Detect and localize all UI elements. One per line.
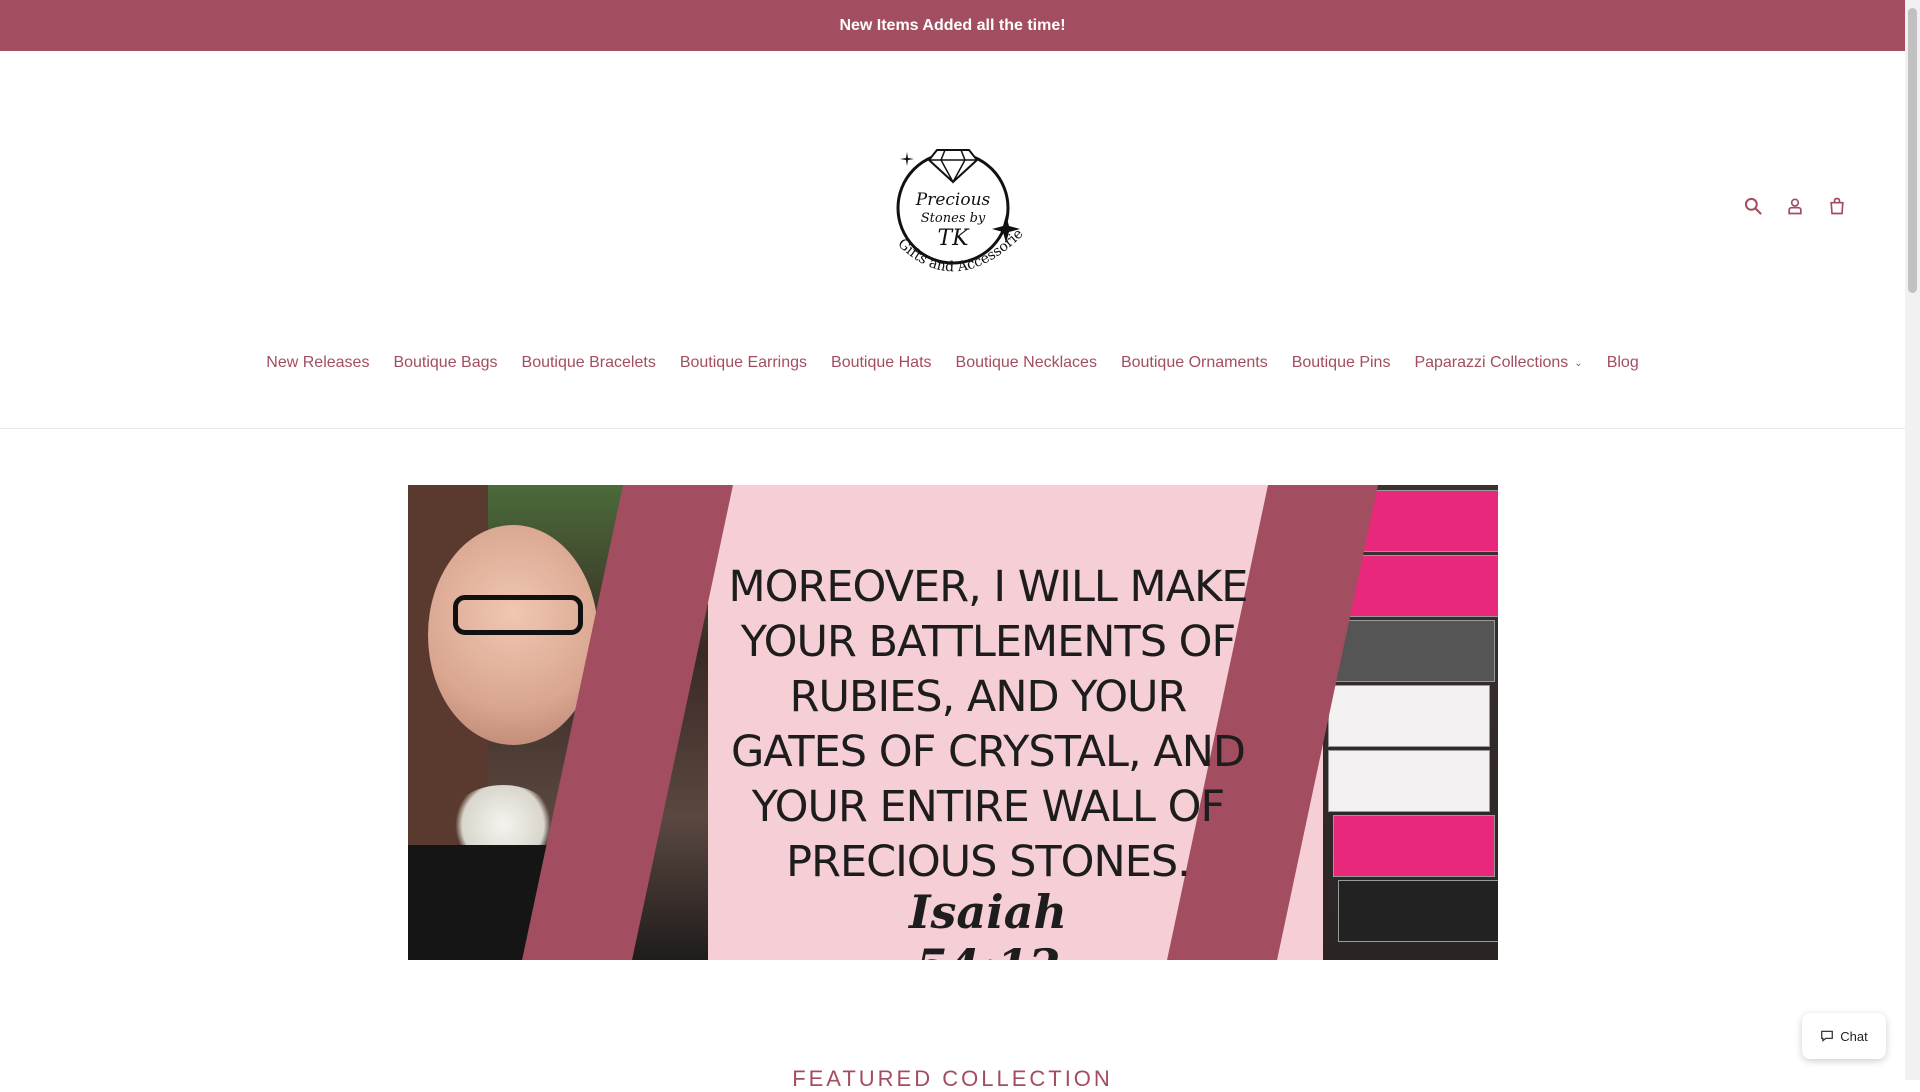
nav-label: Boutique Pins — [1291, 354, 1391, 371]
nav-label: New Releases — [266, 354, 370, 371]
logo-text-line2: Stones by — [921, 211, 986, 226]
nav-boutique-earrings[interactable]: Boutique Earrings — [680, 354, 807, 372]
featured-collection-heading: FEATURED COLLECTION — [792, 1066, 1113, 1091]
nav-boutique-bags[interactable]: Boutique Bags — [393, 354, 497, 372]
cart-icon[interactable] — [1816, 190, 1858, 222]
nav-label: Blog — [1606, 354, 1639, 371]
hero-photo-glasses — [453, 595, 583, 635]
box-white — [1328, 750, 1490, 812]
box-pink — [1333, 815, 1495, 877]
main-navigation: New Releases Boutique Bags Boutique Brac… — [0, 354, 1905, 372]
hero-photo-face — [428, 525, 598, 745]
nav-label: Boutique Earrings — [679, 354, 808, 371]
nav-boutique-pins[interactable]: Boutique Pins — [1292, 354, 1391, 372]
quote-line: YOUR ENTIRE WALL OF — [751, 782, 1226, 832]
chat-button[interactable]: Chat — [1802, 1013, 1886, 1059]
store-logo[interactable]: Precious Stones by TK Gifts and Accessor… — [869, 118, 1033, 290]
scrollbar-thumb[interactable] — [1908, 8, 1917, 293]
logo-text-line1: Precious — [915, 190, 991, 210]
nav-label: Boutique Bags — [393, 354, 498, 371]
announcement-bar: New Items Added all the time! — [0, 0, 1905, 51]
chat-icon — [1821, 1030, 1834, 1042]
scrollbar[interactable] — [1905, 0, 1920, 1080]
nav-boutique-necklaces[interactable]: Boutique Necklaces — [956, 354, 1097, 372]
header-divider — [0, 428, 1905, 429]
quote-line: PRECIOUS STONES. — [786, 837, 1191, 887]
nav-label: Paparazzi Collections — [1414, 354, 1569, 371]
nav-boutique-ornaments[interactable]: Boutique Ornaments — [1121, 354, 1268, 372]
announcement-text: New Items Added all the time! — [839, 16, 1066, 34]
box-black — [1338, 880, 1498, 942]
quote-line: GATES OF CRYSTAL, AND — [730, 727, 1246, 777]
chevron-down-icon: ⌄ — [1574, 357, 1583, 369]
nav-label: Boutique Hats — [831, 354, 932, 371]
logo-text-line3: TK — [937, 226, 970, 251]
hero-quote: MOREOVER, I WILL MAKE YOUR BATTLEMENTS O… — [708, 560, 1268, 890]
box-gray — [1333, 620, 1495, 682]
chat-label: Chat — [1840, 1028, 1868, 1044]
box-white — [1328, 685, 1490, 747]
hero-citation: Isaiah 54:12 — [909, 885, 1067, 960]
hero-banner[interactable]: MOREOVER, I WILL MAKE YOUR BATTLEMENTS O… — [408, 485, 1498, 960]
nav-label: Boutique Necklaces — [955, 354, 1097, 371]
nav-new-releases[interactable]: New Releases — [266, 354, 369, 372]
nav-label: Boutique Ornaments — [1120, 354, 1268, 371]
quote-line: YOUR BATTLEMENTS OF — [740, 617, 1237, 667]
quote-line: RUBIES, AND YOUR — [789, 672, 1188, 722]
box-pink — [1338, 555, 1498, 617]
quote-line: MOREOVER, I WILL MAKE — [728, 562, 1249, 612]
nav-boutique-bracelets[interactable]: Boutique Bracelets — [522, 354, 656, 372]
nav-paparazzi-collections[interactable]: Paparazzi Collections ⌄ — [1414, 354, 1582, 372]
header-icons — [1732, 190, 1858, 222]
search-icon[interactable] — [1732, 190, 1774, 222]
nav-boutique-hats[interactable]: Boutique Hats — [831, 354, 932, 372]
nav-blog[interactable]: Blog — [1607, 354, 1639, 372]
user-icon[interactable] — [1774, 190, 1816, 222]
nav-label: Boutique Bracelets — [521, 354, 656, 371]
